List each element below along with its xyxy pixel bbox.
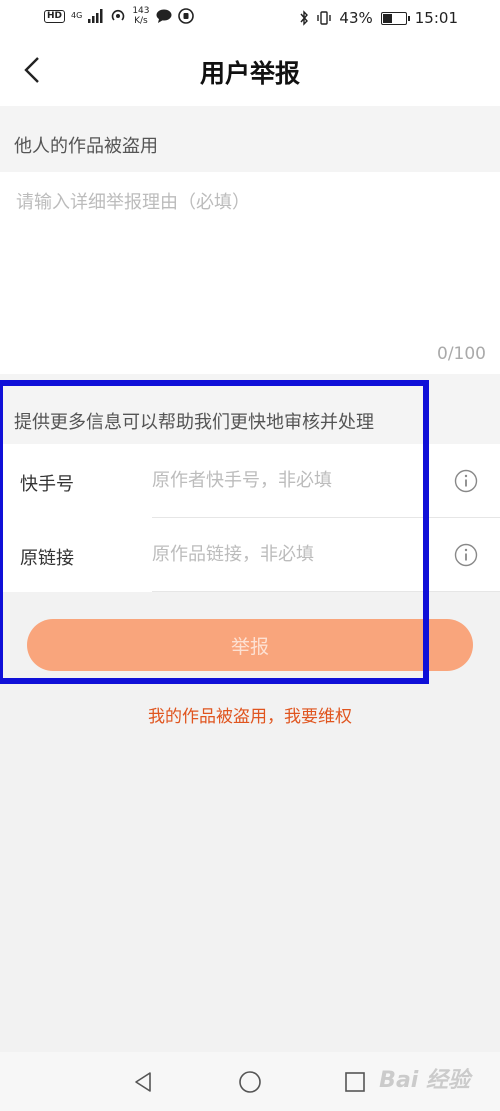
- battery-icon: [380, 11, 410, 25]
- vibrate-icon: [317, 11, 332, 25]
- battery-percent: 43%: [339, 9, 373, 27]
- network-speed: 143 K/s: [132, 6, 149, 26]
- clock: 15:01: [414, 9, 458, 27]
- report-type-row: 他人的作品被盗用: [0, 106, 500, 172]
- nav-recent-icon[interactable]: [344, 1071, 366, 1093]
- original-link-row: 原链接: [0, 518, 500, 592]
- speed-value: 143: [132, 6, 150, 16]
- nav-home-icon[interactable]: [238, 1070, 262, 1094]
- network-type: 4G: [71, 11, 83, 20]
- header: 用户举报: [0, 36, 500, 106]
- original-link-label: 原链接: [20, 548, 74, 569]
- status-left: HD 4G 143 K/s: [44, 6, 194, 26]
- char-counter: 0/100: [437, 344, 486, 364]
- message-icon: [156, 9, 171, 23]
- more-info-title: 提供更多信息可以帮助我们更快地审核并处理: [14, 412, 374, 433]
- status-right: 43% 15:01: [299, 9, 458, 27]
- more-info-header: 提供更多信息可以帮助我们更快地审核并处理: [0, 374, 500, 444]
- row-divider: [152, 591, 500, 592]
- speed-unit: K/s: [134, 16, 148, 26]
- kuaishou-id-input[interactable]: [152, 462, 432, 498]
- nav-back-icon[interactable]: [131, 1070, 155, 1094]
- status-bar: HD 4G 143 K/s 43% 15:01: [0, 0, 500, 36]
- kuaishou-id-label: 快手号: [20, 474, 74, 495]
- original-link-input[interactable]: [152, 536, 432, 572]
- page-title: 用户举报: [199, 59, 300, 88]
- hotspot-icon: [112, 9, 125, 21]
- info-icon[interactable]: [454, 469, 478, 493]
- bluetooth-icon: [300, 10, 309, 26]
- info-icon[interactable]: [454, 543, 478, 567]
- reason-box: 0/100: [0, 172, 500, 374]
- system-nav-bar: Bai 经验: [0, 1052, 500, 1111]
- baidu-watermark: Bai 经验: [379, 1068, 470, 1093]
- signal-icon: [88, 9, 103, 23]
- report-page: HD 4G 143 K/s 43% 15:01 用户举报 他人的作品被盗用 请输…: [0, 0, 500, 1111]
- app-notification-icon: [177, 8, 194, 24]
- hd-badge: HD: [44, 9, 66, 23]
- report-submit-button[interactable]: 举报: [27, 619, 473, 671]
- reason-textarea[interactable]: [14, 186, 488, 340]
- report-type-label: 他人的作品被盗用: [14, 136, 158, 157]
- kuaishou-id-row: 快手号: [0, 444, 500, 518]
- copyright-claim-link[interactable]: 我的作品被盗用，我要维权: [0, 702, 500, 727]
